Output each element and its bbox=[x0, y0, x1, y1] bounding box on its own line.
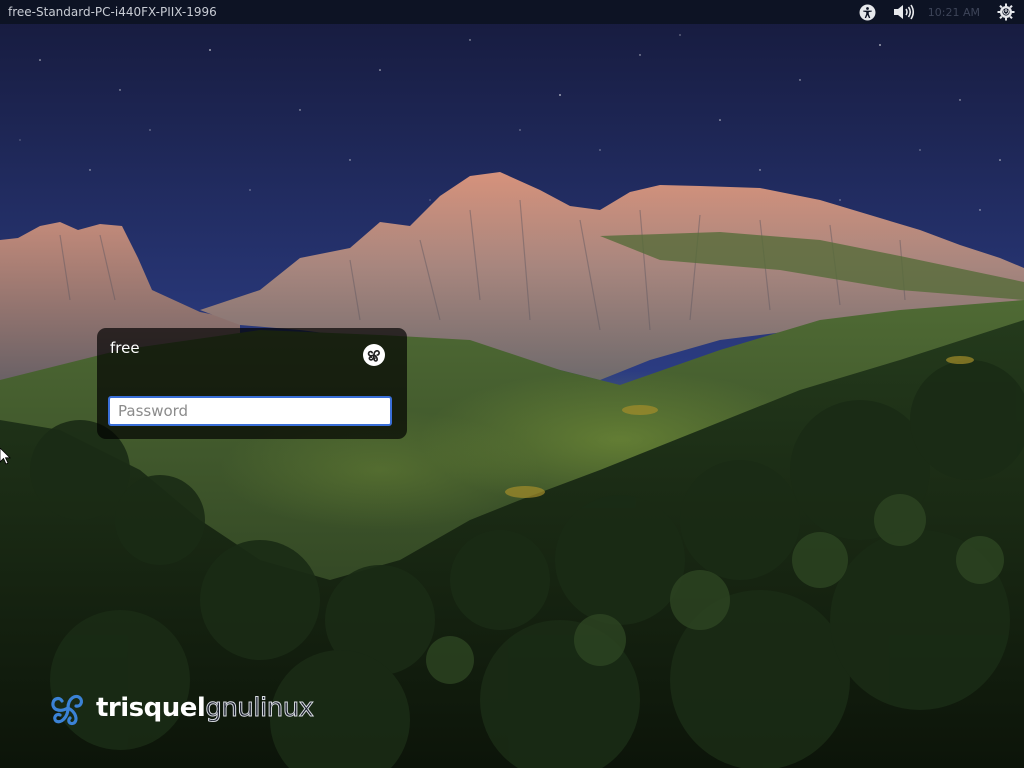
clock[interactable]: 10:21 AM bbox=[928, 6, 980, 19]
username-label: free bbox=[110, 339, 140, 357]
logo-word-trisquel: trisquel bbox=[96, 693, 206, 723]
trisquel-logo: trisquelgnulinux bbox=[46, 686, 315, 730]
logo-wordmark: trisquelgnulinux bbox=[96, 693, 315, 724]
hostname-label: free-Standard-PC-i440FX-PIIX-1996 bbox=[8, 5, 217, 19]
top-panel: free-Standard-PC-i440FX-PIIX-1996 10:21 … bbox=[0, 0, 1024, 24]
accessibility-icon[interactable] bbox=[856, 0, 880, 24]
triskelion-logo-icon bbox=[51, 694, 83, 726]
mouse-cursor-icon bbox=[0, 448, 11, 465]
logo-word-gnulinux: gnulinux bbox=[205, 693, 315, 724]
login-box: free bbox=[97, 328, 407, 439]
trisquel-session-icon bbox=[367, 350, 380, 362]
volume-icon[interactable] bbox=[892, 0, 916, 24]
session-button[interactable] bbox=[363, 344, 385, 366]
panel-indicators: 10:21 AM bbox=[856, 0, 1024, 24]
password-field[interactable] bbox=[108, 396, 392, 426]
power-icon[interactable] bbox=[994, 0, 1018, 24]
login-screen: free-Standard-PC-i440FX-PIIX-1996 10:21 … bbox=[0, 0, 1024, 768]
